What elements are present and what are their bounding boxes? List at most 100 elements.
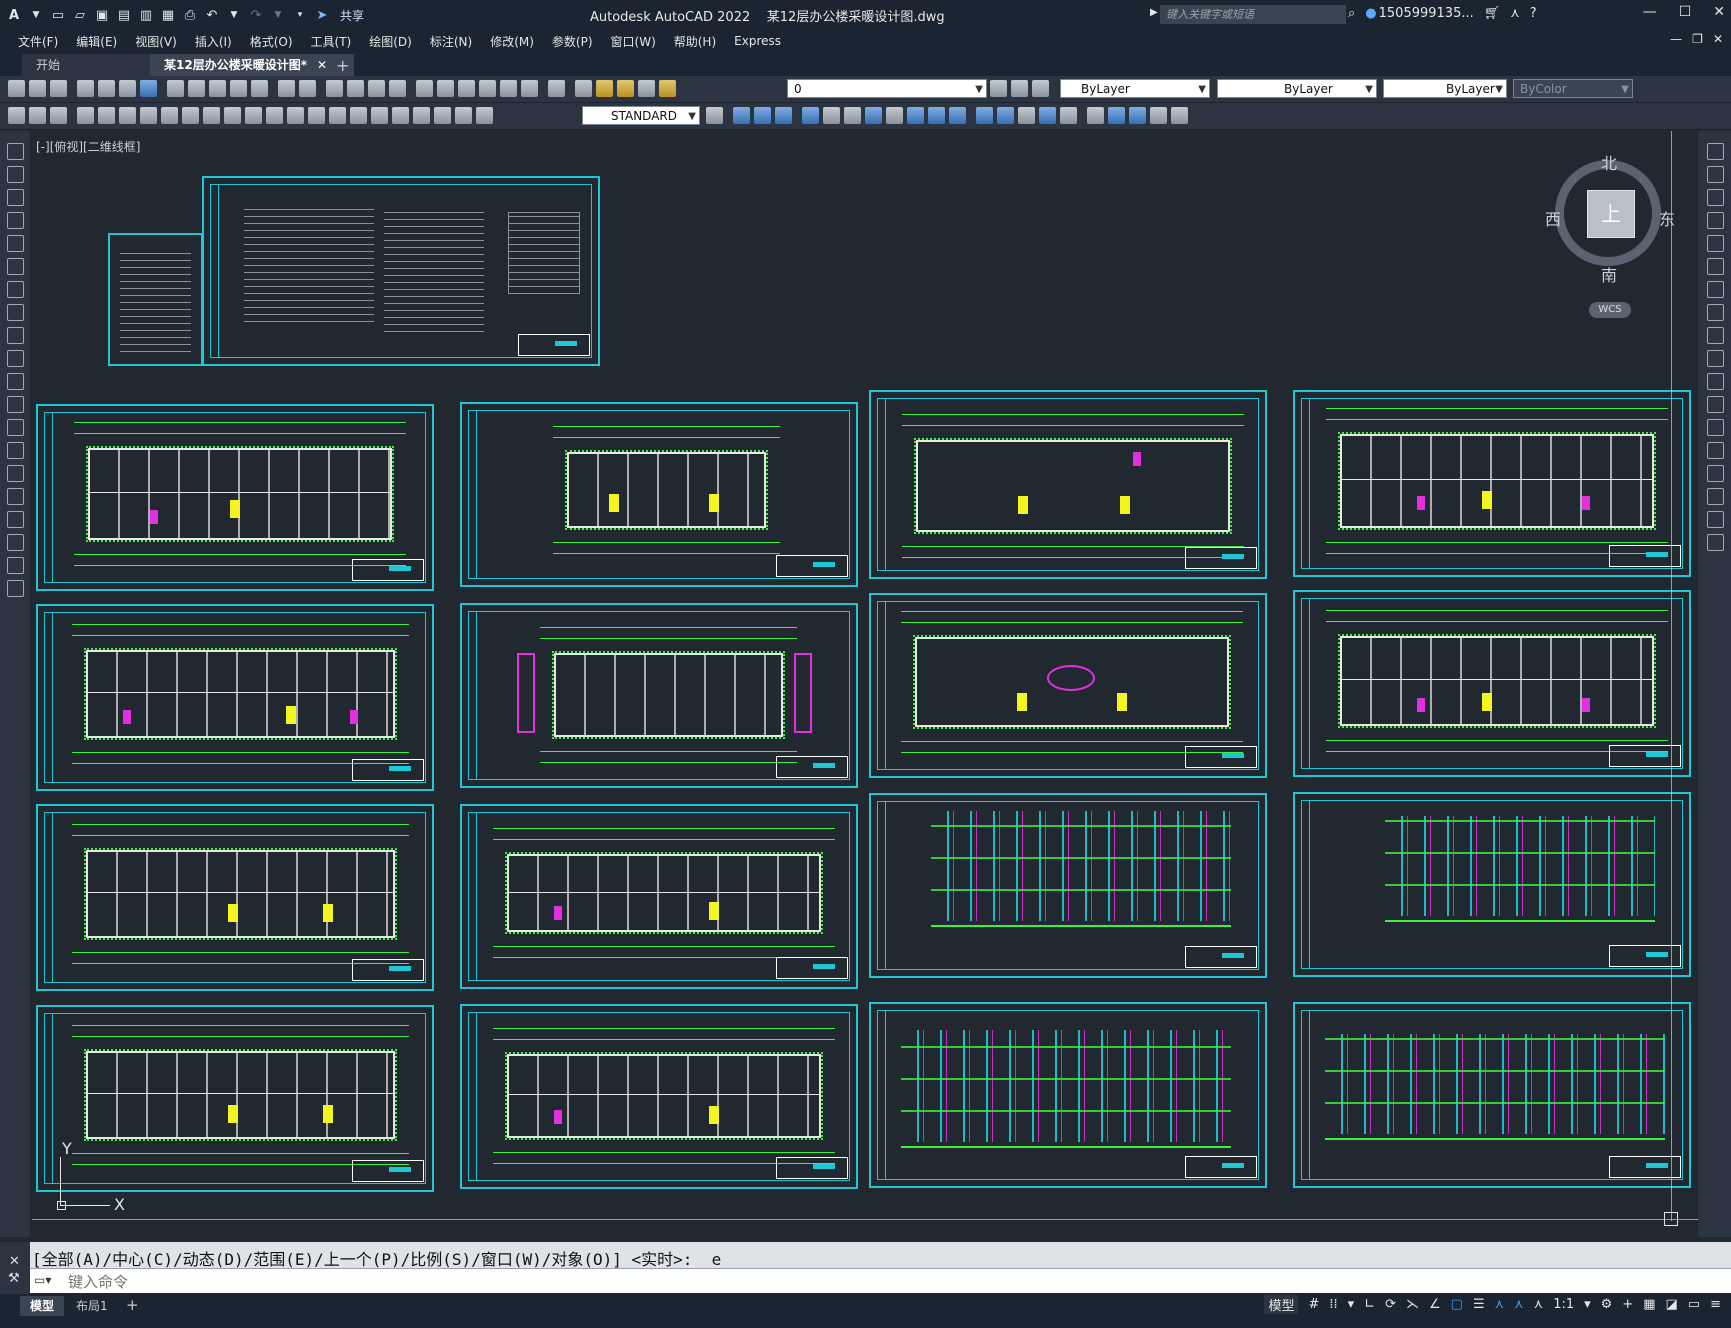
save-icon[interactable]: ▣ [94, 7, 110, 23]
ellipse-arc-icon[interactable] [7, 373, 24, 390]
isodraft-icon[interactable]: ⋋ [1406, 1297, 1419, 1312]
graphics-performance-icon[interactable]: ▦ [1643, 1297, 1655, 1312]
table-icon[interactable] [50, 107, 67, 124]
orbit-icon[interactable] [1150, 107, 1167, 124]
insert-block-icon[interactable] [7, 396, 24, 413]
autodesk-app-icon[interactable]: ⋏ [1510, 6, 1520, 21]
menu-edit[interactable]: 编辑(E) [76, 33, 117, 50]
leader-icon[interactable] [8, 107, 25, 124]
linear-dim-icon[interactable] [77, 107, 94, 124]
scale-icon[interactable] [1707, 304, 1724, 321]
view-left-icon[interactable] [775, 107, 792, 124]
arc-icon[interactable] [7, 258, 24, 275]
menu-insert[interactable]: 插入(I) [195, 33, 232, 50]
offset-icon[interactable] [1707, 212, 1724, 229]
ucs-previous-icon[interactable] [844, 107, 861, 124]
markup-icon[interactable] [500, 80, 517, 97]
redo-dropdown-icon[interactable]: ▼ [270, 7, 286, 23]
preview-icon[interactable] [98, 80, 115, 97]
ucs-object-icon[interactable] [886, 107, 903, 124]
ucs-world-icon[interactable] [823, 107, 840, 124]
lineweight-dropdown[interactable]: ByLayer ▼ [1383, 79, 1507, 98]
chevron-down-icon[interactable]: ▼ [28, 7, 44, 23]
annotation-scale-icon[interactable]: ⋏ [1534, 1297, 1544, 1312]
save-as-icon[interactable]: ▤ [116, 7, 132, 23]
search-icon[interactable]: ⌕ [1348, 6, 1355, 21]
plot-icon[interactable]: ⎙ [182, 7, 198, 23]
menu-format[interactable]: 格式(O) [250, 33, 293, 50]
block-editor-icon[interactable] [251, 80, 268, 97]
zoom-realtime-icon[interactable] [347, 80, 364, 97]
viewport-icon[interactable] [1087, 107, 1104, 124]
mtext-icon[interactable] [29, 107, 46, 124]
fillet-icon[interactable] [1707, 488, 1724, 505]
redo-icon[interactable]: ↷ [248, 7, 264, 23]
publish-icon[interactable] [119, 80, 136, 97]
break-icon[interactable] [1707, 419, 1724, 436]
isolate-objects-icon[interactable]: ◪ [1666, 1297, 1678, 1312]
annotation-scale-value[interactable]: 1:1 [1553, 1297, 1574, 1312]
command-prompt-icon[interactable]: ▭▾ [34, 1273, 51, 1287]
camera-icon[interactable] [1129, 107, 1146, 124]
menu-file[interactable]: 文件(F) [18, 33, 58, 50]
cut-icon[interactable] [167, 80, 184, 97]
view-bottom-icon[interactable] [754, 107, 771, 124]
move-icon[interactable] [1707, 258, 1724, 275]
maximize-icon[interactable]: ☐ [1679, 4, 1692, 20]
autocad-logo-icon[interactable]: A [6, 7, 22, 23]
menu-modify[interactable]: 修改(M) [490, 33, 534, 50]
ucs-origin-icon[interactable] [928, 107, 945, 124]
trim-icon[interactable] [1707, 350, 1724, 367]
scale-dropdown-icon[interactable]: ▾ [1584, 1297, 1591, 1312]
snap-dropdown-icon[interactable]: ▾ [1348, 1297, 1355, 1312]
plotstyle-dropdown[interactable]: ByColor ▼ [1513, 79, 1633, 98]
command-input[interactable] [66, 1271, 1670, 1293]
calculator-icon[interactable] [521, 80, 538, 97]
wrench-icon[interactable]: ⚒ [8, 1271, 20, 1286]
doc-minimize-icon[interactable]: — [1670, 32, 1682, 46]
model-space-button[interactable]: 模型 [1264, 1295, 1299, 1314]
conceptual-icon[interactable] [1039, 107, 1056, 124]
array-icon[interactable] [1707, 235, 1724, 252]
join-icon[interactable] [1707, 442, 1724, 459]
grid-icon[interactable]: # [1308, 1297, 1319, 1312]
break-at-point-icon[interactable] [1707, 396, 1724, 413]
object-snap-tracking-icon[interactable]: ∠ [1429, 1297, 1441, 1312]
close-icon[interactable]: ✕ [1713, 4, 1725, 20]
redo-icon[interactable] [299, 80, 316, 97]
gear-icon[interactable]: ⚙ [1601, 1297, 1613, 1312]
layer-properties-icon[interactable] [575, 80, 592, 97]
polygon-icon[interactable] [7, 212, 24, 229]
doc-restore-icon[interactable]: ❐ [1692, 32, 1703, 46]
menu-dimension[interactable]: 标注(N) [430, 33, 472, 50]
zoom-previous-icon[interactable] [389, 80, 406, 97]
linetype-dropdown[interactable]: ByLayer ▼ [1217, 79, 1377, 98]
layer-state-icon[interactable] [1032, 80, 1049, 97]
layer-previous-icon[interactable] [1011, 80, 1028, 97]
point-icon[interactable] [7, 442, 24, 459]
publish-icon[interactable]: ▥ [138, 7, 154, 23]
diameter-icon[interactable] [203, 107, 220, 124]
polar-icon[interactable]: ⟳ [1385, 1297, 1396, 1312]
erase-icon[interactable] [1707, 143, 1724, 160]
add-selected-icon[interactable] [7, 580, 24, 597]
chamfer-icon[interactable] [1707, 465, 1724, 482]
layer-freeze-icon[interactable] [617, 80, 634, 97]
ucs-icon[interactable] [802, 107, 819, 124]
circle-icon[interactable] [7, 281, 24, 298]
object-snap-icon[interactable]: ▢ [1451, 1297, 1463, 1312]
cart-icon[interactable]: 🛒︎ [1484, 6, 1501, 21]
new-tab-icon[interactable]: + [336, 56, 349, 75]
open-icon[interactable] [29, 80, 46, 97]
menu-draw[interactable]: 绘图(D) [369, 33, 412, 50]
ellipse-icon[interactable] [7, 350, 24, 367]
close-tab-icon[interactable]: ✕ [317, 58, 327, 72]
ucs-face-icon[interactable] [865, 107, 882, 124]
named-view-icon[interactable] [1108, 107, 1125, 124]
menu-express[interactable]: Express [734, 34, 781, 48]
break-icon[interactable] [329, 107, 346, 124]
polyline-icon[interactable] [7, 189, 24, 206]
explode-icon[interactable] [1707, 534, 1724, 551]
snap-icon[interactable]: ⁞⁞ [1329, 1297, 1337, 1312]
rectangle-icon[interactable] [7, 235, 24, 252]
